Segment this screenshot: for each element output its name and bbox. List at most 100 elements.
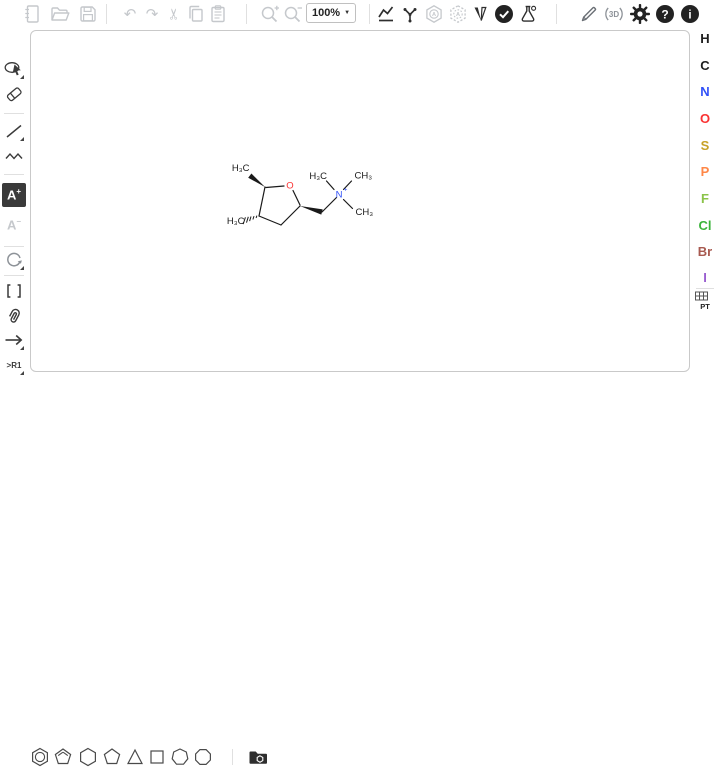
chain-tool[interactable]: [2, 144, 26, 168]
bond-ch2-n[interactable]: [322, 198, 337, 213]
charge-plus-tool[interactable]: A+: [2, 183, 26, 207]
settings-button[interactable]: [628, 2, 652, 26]
element-button-f[interactable]: F: [693, 187, 717, 209]
recognize-molecule-button[interactable]: [577, 2, 601, 26]
chain-icon: [2, 144, 26, 168]
template-cyclopropane[interactable]: [123, 745, 147, 769]
calculate-cip-button[interactable]: [468, 2, 492, 26]
element-symbol: P: [701, 164, 710, 179]
bond-n-ch3-a[interactable]: [327, 181, 335, 190]
rgroup-icon: >R1: [7, 361, 22, 370]
single-bond-tool[interactable]: [2, 119, 26, 143]
element-button-cl[interactable]: Cl: [693, 214, 717, 236]
template-cyclooctane[interactable]: [191, 745, 215, 769]
template-library-button[interactable]: [246, 745, 270, 769]
lasso-select-tool[interactable]: [2, 57, 26, 81]
toolbar-separator: [232, 749, 233, 765]
molecule[interactable]: H₃C H₃C O N + H₃C CH₃ CH₃: [221, 161, 411, 236]
zoom-in-button[interactable]: [258, 2, 282, 26]
wedge-bond-up-c2[interactable]: [248, 174, 265, 188]
cycloheptane-icon: [168, 745, 192, 769]
template-cyclobutane[interactable]: [145, 745, 169, 769]
paste-button[interactable]: [206, 2, 230, 26]
bond-o-c5[interactable]: [293, 191, 300, 206]
dearomatize-icon: A: [446, 2, 470, 26]
check-structure-button[interactable]: [492, 2, 516, 26]
template-cyclopentadiene[interactable]: [51, 745, 75, 769]
save-button[interactable]: [76, 2, 100, 26]
dropdown-corner-indicator: [20, 266, 24, 270]
atom-label-n-methyl-a[interactable]: H₃C: [309, 171, 327, 182]
wedge-bond-up-c5[interactable]: [300, 206, 323, 215]
3d-viewer-button[interactable]: 3D: [602, 2, 626, 26]
paste-clipboard-icon: [206, 2, 230, 26]
open-button[interactable]: [48, 2, 72, 26]
eraser-icon: [2, 82, 26, 106]
zoom-level-value: 100%: [312, 7, 340, 19]
element-button-i[interactable]: I: [693, 266, 717, 288]
paperclip-attach-tool[interactable]: [2, 304, 26, 328]
help-button[interactable]: ?: [653, 2, 677, 26]
zoom-level-select[interactable]: 100% ▼: [306, 3, 356, 23]
periodic-table-button[interactable]: PT: [694, 290, 716, 312]
copy-button[interactable]: [184, 2, 208, 26]
calculated-values-button[interactable]: [516, 2, 540, 26]
3d-viewer-icon: 3D: [602, 2, 626, 26]
layout-button[interactable]: [374, 2, 398, 26]
atom-label-nitrogen[interactable]: N: [336, 190, 343, 201]
redo-icon: ↷: [146, 7, 159, 22]
reaction-arrow-tool[interactable]: [2, 328, 26, 352]
zoom-in-icon: [258, 2, 282, 26]
element-button-n[interactable]: N: [693, 80, 717, 102]
element-button-s[interactable]: S: [693, 134, 717, 156]
element-button-h[interactable]: H: [693, 27, 717, 49]
template-cycloheptane[interactable]: [168, 745, 192, 769]
toolbar-separator: [4, 275, 24, 276]
bond-c4-c5[interactable]: [281, 206, 300, 225]
about-button[interactable]: i: [678, 2, 702, 26]
element-button-br[interactable]: Br: [693, 240, 717, 262]
molecule-bonds[interactable]: [259, 181, 353, 225]
atom-label-n-methyl-c[interactable]: CH₃: [356, 207, 374, 218]
element-button-c[interactable]: C: [693, 54, 717, 76]
sgroup-brackets-tool[interactable]: [2, 279, 26, 303]
top-toolbar: ↶ ↷ ✂: [0, 0, 720, 28]
cyclobutane-icon: [145, 745, 169, 769]
undo-button[interactable]: ↶: [118, 2, 142, 26]
periodic-table-icon: PT: [694, 289, 716, 313]
atom-label-oxygen[interactable]: O: [286, 181, 293, 192]
element-button-o[interactable]: O: [693, 107, 717, 129]
dropdown-corner-indicator: [20, 346, 24, 350]
bond-o-c2[interactable]: [266, 186, 284, 188]
zoom-out-button[interactable]: [281, 2, 305, 26]
atom-label-c5-methyl[interactable]: H₃C: [232, 163, 250, 174]
template-benzene[interactable]: [28, 745, 52, 769]
dearomatize-button[interactable]: A: [446, 2, 470, 26]
svg-text:A: A: [456, 12, 460, 18]
molecule-atom-labels[interactable]: H₃C H₃C O N + H₃C CH₃ CH₃: [227, 163, 373, 227]
new-document-button[interactable]: [20, 2, 44, 26]
toolbar-separator: [4, 174, 24, 175]
bond-n-ch3-c[interactable]: [344, 200, 353, 209]
template-cyclopentane[interactable]: [100, 745, 124, 769]
atom-label-n-methyl-b[interactable]: CH₃: [355, 171, 373, 182]
info-icon: i: [678, 2, 702, 26]
charge-plus-icon: A+: [7, 188, 21, 201]
atom-label-c4-methyl[interactable]: H₃C: [227, 216, 245, 227]
redo-button[interactable]: ↷: [140, 2, 164, 26]
cut-button[interactable]: ✂: [162, 2, 186, 26]
charge-minus-tool[interactable]: A−: [2, 213, 26, 237]
element-symbol: Cl: [699, 218, 712, 233]
svg-text:PT: PT: [700, 302, 710, 311]
clean-up-button[interactable]: [398, 2, 422, 26]
aromatize-button[interactable]: A: [422, 2, 446, 26]
copy-icon: [184, 2, 208, 26]
bond-c3-c4[interactable]: [259, 216, 281, 225]
transform-rotate-tool[interactable]: [2, 248, 26, 272]
template-cyclohexane[interactable]: [76, 745, 100, 769]
bond-c2-c3[interactable]: [259, 187, 265, 216]
drawing-canvas[interactable]: H₃C H₃C O N + H₃C CH₃ CH₃: [30, 30, 690, 372]
eraser-tool[interactable]: [2, 82, 26, 106]
element-button-p[interactable]: P: [693, 160, 717, 182]
hash-wedge-bond-c3[interactable]: [243, 216, 257, 225]
